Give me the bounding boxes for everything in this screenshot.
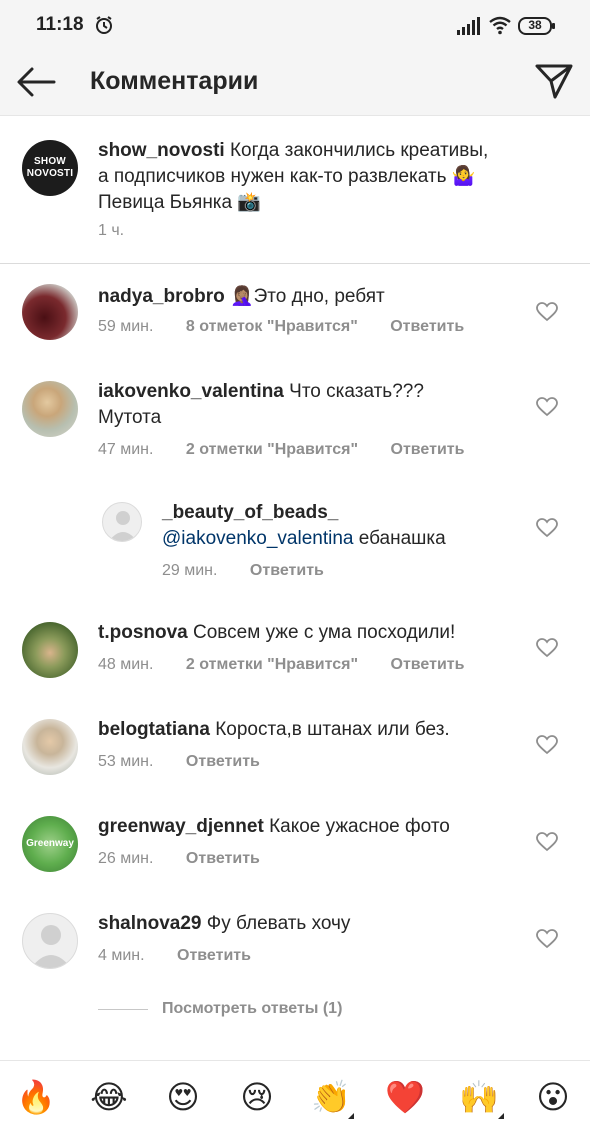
fire-emoji-button[interactable]: 🔥 [16, 1077, 56, 1117]
comment-time: 29 мин. [162, 562, 218, 579]
heart-icon[interactable] [536, 302, 558, 322]
likes-count[interactable]: 2 отметки "Нравится" [186, 441, 358, 459]
avatar[interactable] [22, 622, 78, 678]
heart-icon[interactable] [536, 518, 558, 538]
heart-icon[interactable] [536, 638, 558, 658]
reply-button[interactable]: Ответить [390, 318, 464, 336]
divider-line [98, 1009, 148, 1010]
comment-body: 🤦🏽‍♀️Это дно, ребят [229, 286, 385, 307]
reply-button[interactable]: Ответить [186, 753, 260, 771]
caption-username[interactable]: show_novosti [98, 140, 225, 161]
caption-line1: Когда закончились креативы, [229, 140, 489, 161]
heart-icon[interactable] [536, 929, 558, 949]
battery-level: 38 [528, 18, 542, 32]
likes-count[interactable]: 8 отметок "Нравится" [186, 318, 358, 336]
signal-icon [457, 17, 480, 35]
default-user-icon [31, 925, 71, 968]
comment-text: _beauty_of_beads_ @iakovenko_valentina е… [162, 500, 532, 552]
reply-button[interactable]: Ответить [250, 562, 324, 580]
caption-line3: Певица Бьянка 📸 [98, 192, 262, 213]
emoji-reaction-bar: 🔥 😂 😍 😢 👏 ❤️ 🙌 😮 [0, 1060, 590, 1132]
surprised-emoji-button[interactable]: 😮 [533, 1077, 573, 1117]
crying-emoji-button[interactable]: 😢 [237, 1077, 277, 1117]
comment-username[interactable]: _beauty_of_beads_ [162, 502, 338, 523]
reply-button[interactable]: Ответить [391, 656, 465, 674]
laughing-emoji-button[interactable]: 😂 [89, 1077, 129, 1117]
comment-username[interactable]: shalnova29 [98, 913, 202, 934]
reply-button[interactable]: Ответить [391, 441, 465, 459]
comment-meta: 53 мин. Ответить [98, 753, 288, 771]
avatar-placeholder[interactable] [102, 502, 142, 542]
comment-username[interactable]: nadya_brobro [98, 286, 225, 307]
comment-username[interactable]: belogtatiana [98, 719, 210, 740]
reply-button[interactable]: Ответить [186, 850, 260, 868]
alarm-icon [96, 16, 112, 34]
avatar-placeholder[interactable] [22, 913, 78, 969]
comment-time: 59 мин. [98, 318, 154, 335]
comment-time: 48 мин. [98, 656, 154, 673]
comment-body: Какое ужасное фото [269, 816, 450, 837]
comment-meta: 26 мин. Ответить [98, 850, 288, 868]
caption-text: show_novosti Когда закончились креативы,… [98, 138, 538, 216]
view-replies-text[interactable]: Посмотреть ответы (1) [162, 1000, 342, 1018]
reply-button[interactable]: Ответить [177, 947, 251, 965]
avatar-label: Greenway [26, 838, 74, 849]
status-bar: 11:18 38 [0, 0, 590, 48]
comment-meta: 48 мин. 2 отметки "Нравится" Ответить [98, 656, 492, 674]
mention-link[interactable]: @iakovenko_valentina [162, 528, 353, 549]
heart-eyes-emoji-button[interactable]: 😍 [163, 1077, 203, 1117]
page-title: Комментарии [90, 67, 259, 95]
app-bar: Комментарии [0, 48, 590, 116]
comment-text: belogtatiana Короста,в штанах или без. [98, 717, 538, 743]
post-caption: SHOW NOVOSTI show_novosti Когда закончил… [0, 118, 590, 264]
variant-indicator-icon [498, 1113, 504, 1119]
comment-username[interactable]: t.posnova [98, 622, 188, 643]
avatar[interactable] [22, 381, 78, 437]
comment-text: nadya_brobro 🤦🏽‍♀️Это дно, ребят [98, 284, 538, 310]
heart-icon[interactable] [536, 735, 558, 755]
avatar[interactable]: Greenway [22, 816, 78, 872]
comment-text: shalnova29 Фу блевать хочу [98, 911, 538, 937]
logo-text-line2: NOVOSTI [26, 168, 74, 179]
comment-username[interactable]: greenway_djennet [98, 816, 264, 837]
comment-text: t.posnova Совсем уже с ума посходили! [98, 620, 538, 646]
status-time: 11:18 [36, 14, 84, 35]
likes-count[interactable]: 2 отметки "Нравится" [186, 656, 358, 674]
comment-body: Фу блевать хочу [206, 913, 351, 934]
comment-body: Что сказать??? [289, 381, 424, 402]
comment-body-line2: Мутота [98, 407, 162, 428]
comment-body: ебанашка [358, 528, 446, 549]
comment-meta: 59 мин. 8 отметок "Нравится" Ответить [98, 318, 492, 336]
comment-body: Совсем уже с ума посходили! [193, 622, 456, 643]
red-heart-emoji-button[interactable]: ❤️ [385, 1077, 425, 1117]
variant-indicator-icon [348, 1113, 354, 1119]
comment-time: 53 мин. [98, 753, 154, 770]
heart-icon[interactable] [536, 397, 558, 417]
comment-username[interactable]: iakovenko_valentina [98, 381, 284, 402]
raised-hands-emoji-button[interactable]: 🙌 [459, 1077, 499, 1117]
heart-icon[interactable] [536, 832, 558, 852]
default-user-icon [109, 511, 137, 541]
comment-body: Короста,в штанах или без. [215, 719, 450, 740]
comment-meta: 29 мин. Ответить [162, 562, 352, 580]
avatar[interactable] [22, 284, 78, 340]
send-icon[interactable] [534, 62, 574, 100]
caption-line2: а подписчиков нужен как-то развлекать 🤷‍… [98, 166, 476, 187]
avatar[interactable] [22, 719, 78, 775]
comment-text: iakovenko_valentina Что сказать??? Мутот… [98, 379, 538, 431]
comment-time: 26 мин. [98, 850, 154, 867]
comment-time: 47 мин. [98, 441, 154, 458]
comment-meta: 4 мин. Ответить [98, 947, 279, 965]
wifi-icon [489, 16, 511, 35]
show-novosti-avatar[interactable]: SHOW NOVOSTI [22, 140, 78, 196]
comment-text: greenway_djennet Какое ужасное фото [98, 814, 538, 840]
logo-text-line1: SHOW [34, 156, 66, 167]
caption-time: 1 ч. [98, 222, 125, 239]
clapping-emoji-button[interactable]: 👏 [311, 1077, 351, 1117]
back-arrow-icon[interactable] [16, 66, 56, 98]
comment-time: 4 мин. [98, 947, 145, 964]
comment-meta: 47 мин. 2 отметки "Нравится" Ответить [98, 441, 492, 459]
